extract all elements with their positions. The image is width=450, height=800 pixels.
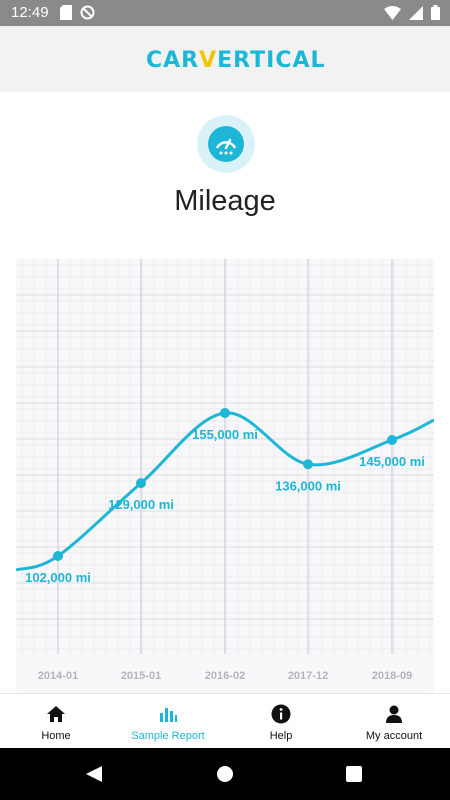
- nav-sample-report[interactable]: Sample Report: [112, 694, 224, 749]
- data-point: [303, 459, 313, 470]
- carvertical-logo: CARVERTICAL: [146, 48, 326, 73]
- nav-home[interactable]: Home: [0, 694, 112, 749]
- x-tick-label: 2018-09: [372, 670, 412, 682]
- mileage-chart-svg: 102,000 mi 129,000 mi 155,000 mi 136,000 mi…: [16, 259, 434, 682]
- data-label: 136,000 mi: [275, 478, 341, 493]
- system-nav-bar: [0, 748, 450, 800]
- person-icon: [386, 705, 402, 723]
- status-time: 12:49: [11, 4, 49, 21]
- recents-icon[interactable]: [346, 766, 362, 782]
- x-tick-label: 2017-12: [288, 670, 328, 682]
- signal-icon: [409, 5, 423, 20]
- nav-sample-report-label: Sample Report: [131, 730, 205, 742]
- data-label: 155,000 mi: [192, 427, 258, 442]
- speedometer-icon: [197, 115, 255, 173]
- nav-my-account-label: My account: [365, 730, 423, 742]
- bar-chart-icon: [160, 708, 177, 722]
- x-tick-label: 2015-01: [121, 670, 161, 682]
- x-tick-label: 2016-02: [205, 670, 245, 682]
- battery-icon: [431, 5, 440, 20]
- mileage-chart: 102,000 mi 129,000 mi 155,000 mi 136,000 mi…: [16, 259, 434, 693]
- info-icon: [271, 704, 291, 724]
- nav-my-account[interactable]: My account: [338, 694, 450, 749]
- bottom-nav: Home Sample Report Help My account: [0, 693, 450, 748]
- back-icon[interactable]: [86, 766, 102, 782]
- data-point: [53, 551, 63, 561]
- wifi-icon: [384, 5, 401, 20]
- data-label: 145,000 mi: [359, 454, 425, 469]
- page-title: Mileage: [174, 185, 276, 217]
- data-point: [220, 408, 230, 418]
- sd-card-icon: [60, 5, 72, 20]
- x-tick-label: 2014-01: [38, 670, 78, 682]
- nav-help-label: Help: [269, 730, 293, 742]
- data-point: [136, 478, 146, 489]
- no-location-icon: [80, 5, 95, 20]
- status-bar: 12:49: [0, 0, 450, 26]
- home-icon: [47, 706, 65, 722]
- data-label: 129,000 mi: [108, 497, 174, 512]
- data-point: [387, 434, 397, 445]
- app-header: CARVERTICAL: [0, 26, 450, 92]
- home-circle-icon[interactable]: [217, 766, 233, 782]
- data-label: 102,000 mi: [25, 570, 91, 585]
- nav-home-label: Home: [41, 730, 71, 742]
- nav-help[interactable]: Help: [225, 694, 337, 749]
